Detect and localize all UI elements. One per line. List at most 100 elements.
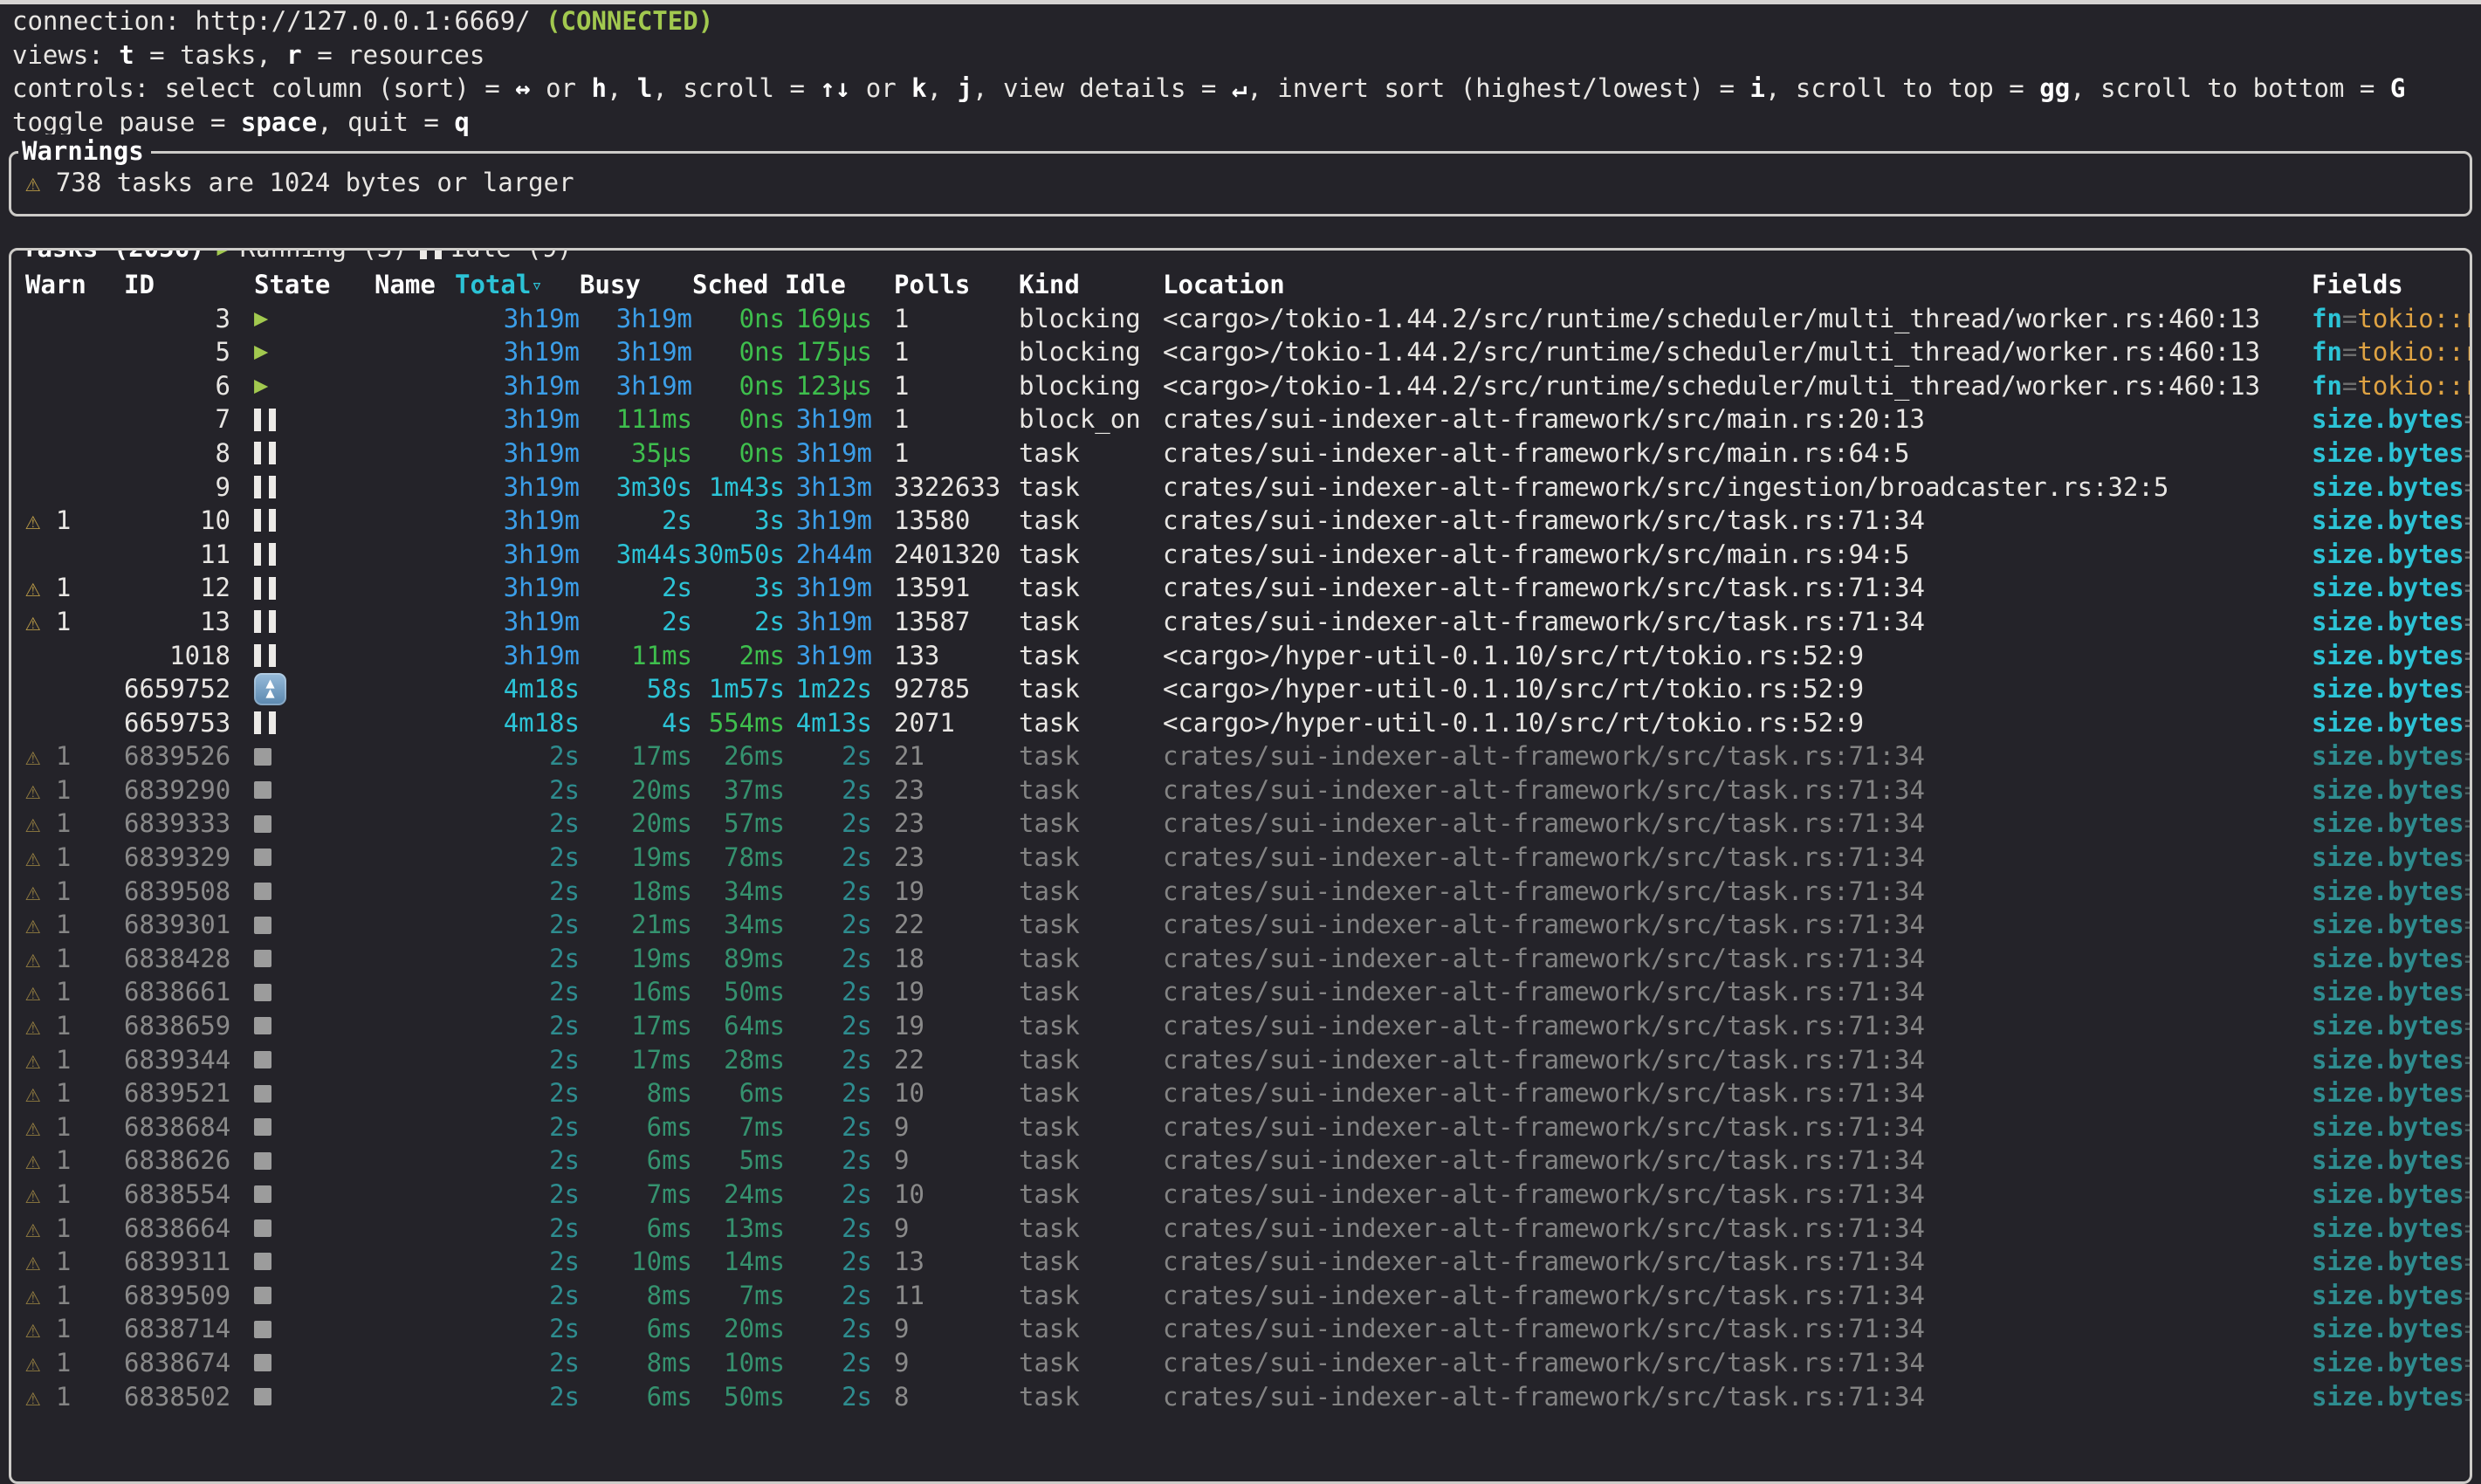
cell-id: 6838626	[124, 1144, 230, 1178]
cell-name	[375, 302, 455, 336]
cell-idle: 2s	[785, 1076, 872, 1110]
task-row[interactable]: 73h19m111ms0ns3h19m1block_oncrates/sui-i…	[11, 402, 2470, 436]
cell-fields: size.bytes=	[2312, 942, 2470, 976]
cell-polls: 19	[872, 1009, 1019, 1043]
task-row[interactable]: ⚠ 168387142s6ms20ms2s9taskcrates/sui-ind…	[11, 1312, 2470, 1346]
task-row[interactable]: 113h19m3m44s30m50s2h44m2401320taskcrates…	[11, 538, 2470, 572]
task-row[interactable]: 93h19m3m30s1m43s3h13m3322633taskcrates/s…	[11, 471, 2470, 505]
task-row[interactable]: 3▶3h19m3h19m0ns169µs1blocking<cargo>/tok…	[11, 302, 2470, 336]
task-row[interactable]: ⚠ 168392902s20ms37ms2s23taskcrates/sui-i…	[11, 773, 2470, 807]
cell-warn: ⚠ 1	[25, 1043, 124, 1077]
task-row[interactable]: ⚠ 168393442s17ms28ms2s22taskcrates/sui-i…	[11, 1043, 2470, 1077]
cell-location: crates/sui-indexer-alt-framework/src/tas…	[1163, 841, 2312, 875]
task-row[interactable]: 66597534m18s4s554ms4m13s2071task<cargo>/…	[11, 706, 2470, 740]
cell-polls: 10	[872, 1076, 1019, 1110]
task-row[interactable]: ⚠ 168386262s6ms5ms2s9taskcrates/sui-inde…	[11, 1144, 2470, 1178]
task-row[interactable]: ⚠ 168393332s20ms57ms2s23taskcrates/sui-i…	[11, 807, 2470, 841]
cell-name	[375, 739, 455, 773]
task-row[interactable]: ⚠ 168393112s10ms14ms2s13taskcrates/sui-i…	[11, 1245, 2470, 1279]
task-row[interactable]: 83h19m35µs0ns3h19m1taskcrates/sui-indexe…	[11, 436, 2470, 471]
cell-busy: 21ms	[580, 908, 692, 942]
column-header-busy[interactable]: Busy	[580, 268, 692, 302]
cell-kind: task	[1019, 471, 1163, 505]
task-row[interactable]: ⚠ 168384282s19ms89ms2s18taskcrates/sui-i…	[11, 942, 2470, 976]
column-header-state[interactable]: State	[230, 268, 375, 302]
cell-kind: task	[1019, 1178, 1163, 1212]
cell-busy: 2s	[580, 504, 692, 538]
cell-name	[375, 975, 455, 1009]
column-header-sched[interactable]: Sched	[692, 268, 785, 302]
cell-kind: task	[1019, 436, 1163, 471]
completed-state-icon	[254, 1287, 271, 1304]
cell-kind: task	[1019, 1346, 1163, 1380]
task-row[interactable]: ⚠ 168386642s6ms13ms2s9taskcrates/sui-ind…	[11, 1212, 2470, 1246]
cell-warn	[25, 402, 124, 436]
cell-location: crates/sui-indexer-alt-framework/src/mai…	[1163, 436, 2312, 471]
column-header-total[interactable]: Total▿	[455, 268, 580, 302]
cell-sched: 50ms	[692, 975, 785, 1009]
task-row[interactable]: ⚠ 168386842s6ms7ms2s9taskcrates/sui-inde…	[11, 1110, 2470, 1144]
cell-fields: size.bytes=	[2312, 1279, 2470, 1313]
cell-kind: task	[1019, 1245, 1163, 1279]
cell-busy: 20ms	[580, 807, 692, 841]
completed-state-icon	[254, 1051, 271, 1068]
task-row[interactable]: ⚠ 168395092s8ms7ms2s11taskcrates/sui-ind…	[11, 1279, 2470, 1313]
cell-name	[375, 538, 455, 572]
cell-id: 6838684	[124, 1110, 230, 1144]
cell-warn: ⚠ 1	[25, 1346, 124, 1380]
cell-fields: size.bytes=	[2312, 504, 2470, 538]
task-row[interactable]: ⚠ 168395082s18ms34ms2s19taskcrates/sui-i…	[11, 875, 2470, 909]
task-row[interactable]: ⚠ 168386612s16ms50ms2s19taskcrates/sui-i…	[11, 975, 2470, 1009]
cell-name	[375, 773, 455, 807]
task-row[interactable]: ⚠ 168385022s6ms50ms2s8taskcrates/sui-ind…	[11, 1380, 2470, 1414]
task-row[interactable]: ⚠ 168386742s8ms10ms2s9taskcrates/sui-ind…	[11, 1346, 2470, 1380]
column-header-location[interactable]: Location	[1163, 268, 2312, 302]
task-row[interactable]: ⚠ 168395262s17ms26ms2s21taskcrates/sui-i…	[11, 739, 2470, 773]
cell-total: 2s	[455, 1245, 580, 1279]
cell-idle: 3h19m	[785, 639, 872, 673]
cell-id: 6838554	[124, 1178, 230, 1212]
cell-warn: ⚠ 1	[25, 1380, 124, 1414]
cell-location: <cargo>/tokio-1.44.2/src/runtime/schedul…	[1163, 302, 2312, 336]
header-lines: connection: http://127.0.0.1:6669/ (CONN…	[0, 4, 2481, 139]
cell-kind: blocking	[1019, 302, 1163, 336]
warning-triangle-icon: ⚠	[25, 775, 40, 805]
task-row[interactable]: ⚠ 1133h19m2s2s3h19m13587taskcrates/sui-i…	[11, 605, 2470, 639]
task-row[interactable]: 5▶3h19m3h19m0ns175µs1blocking<cargo>/tok…	[11, 335, 2470, 369]
column-header-polls[interactable]: Polls	[872, 268, 1019, 302]
column-header-fields[interactable]: Fields	[2312, 268, 2470, 302]
task-row[interactable]: ⚠ 168393292s19ms78ms2s23taskcrates/sui-i…	[11, 841, 2470, 875]
column-header-name[interactable]: Name	[375, 268, 455, 302]
cell-state	[230, 739, 375, 773]
cell-state	[230, 1380, 375, 1414]
cell-busy: 6ms	[580, 1110, 692, 1144]
cell-location: crates/sui-indexer-alt-framework/src/tas…	[1163, 1212, 2312, 1246]
task-row[interactable]: ⚠ 1123h19m2s3s3h19m13591taskcrates/sui-i…	[11, 571, 2470, 605]
task-row[interactable]: ⚠ 168395212s8ms6ms2s10taskcrates/sui-ind…	[11, 1076, 2470, 1110]
warning-triangle-icon: ⚠	[25, 1382, 40, 1412]
cell-sched: 26ms	[692, 739, 785, 773]
column-header-id[interactable]: ID	[124, 268, 230, 302]
task-row[interactable]: ⚠ 168386592s17ms64ms2s19taskcrates/sui-i…	[11, 1009, 2470, 1043]
column-header-idle[interactable]: Idle	[785, 268, 872, 302]
cell-kind: task	[1019, 1076, 1163, 1110]
task-row[interactable]: ⚠ 168393012s21ms34ms2s22taskcrates/sui-i…	[11, 908, 2470, 942]
cell-kind: task	[1019, 1312, 1163, 1346]
task-row[interactable]: ⚠ 168385542s7ms24ms2s10taskcrates/sui-in…	[11, 1178, 2470, 1212]
task-row[interactable]: 6659752▲▲4m18s58s1m57s1m22s92785task<car…	[11, 672, 2470, 706]
column-header-warn[interactable]: Warn	[25, 268, 124, 302]
cell-total: 2s	[455, 1110, 580, 1144]
cell-sched: 10ms	[692, 1346, 785, 1380]
column-header-kind[interactable]: Kind	[1019, 268, 1163, 302]
cell-warn	[25, 471, 124, 505]
cell-fields: size.bytes=	[2312, 975, 2470, 1009]
cell-polls: 2071	[872, 706, 1019, 740]
task-row[interactable]: 6▶3h19m3h19m0ns123µs1blocking<cargo>/tok…	[11, 369, 2470, 403]
warning-triangle-icon: ⚠	[25, 1179, 40, 1209]
completed-state-icon	[254, 748, 271, 766]
cell-kind: task	[1019, 706, 1163, 740]
cell-id: 6838659	[124, 1009, 230, 1043]
cell-sched: 14ms	[692, 1245, 785, 1279]
task-row[interactable]: ⚠ 1103h19m2s3s3h19m13580taskcrates/sui-i…	[11, 504, 2470, 538]
task-row[interactable]: 10183h19m11ms2ms3h19m133task<cargo>/hype…	[11, 639, 2470, 673]
